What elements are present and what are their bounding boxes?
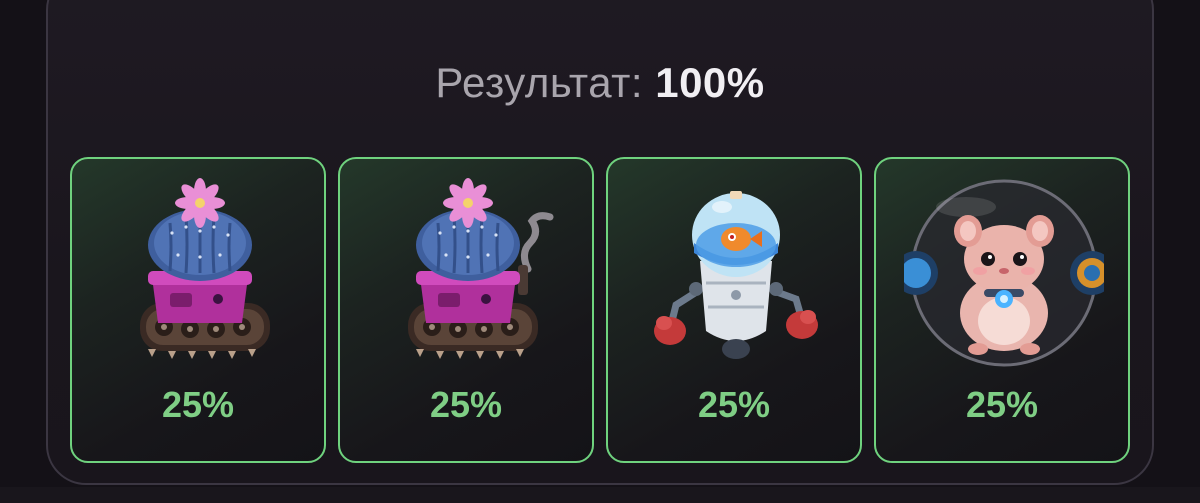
item-card-hamster-ball[interactable]: 25% — [874, 157, 1130, 463]
item-percent: 25% — [429, 384, 503, 425]
item-card-cactus-tank[interactable]: 25% — [70, 157, 326, 463]
item-percent: 25% — [697, 384, 771, 425]
cactus-tank-image — [140, 178, 270, 359]
bottom-strip — [0, 487, 1200, 503]
hamster-ball-image — [904, 179, 1104, 367]
result-summary: Результат: 100% — [0, 58, 1200, 108]
result-label: Результат: — [435, 59, 644, 106]
item-percent: 25% — [161, 384, 235, 425]
fishbowl-robot-image — [654, 191, 818, 359]
item-percent: 25% — [965, 384, 1039, 425]
item-card-fishbowl-robot[interactable]: 25% — [606, 157, 862, 463]
cactus-tank-smoking-image — [408, 178, 554, 359]
result-value: 100% — [655, 59, 765, 106]
item-card-cactus-tank-smoking[interactable]: 25% — [338, 157, 594, 463]
